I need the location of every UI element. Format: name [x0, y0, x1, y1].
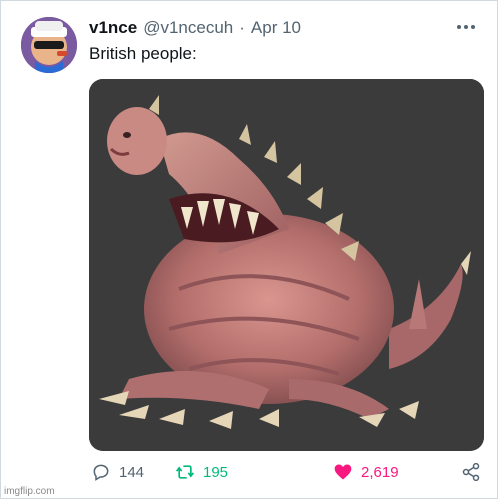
tweet-text: British people: [89, 44, 197, 63]
retweet-icon [176, 465, 194, 479]
tweet-card: v1nce @v1ncecuh · Apr 10 British people: [0, 0, 498, 499]
watermark: imgflip.com [4, 486, 55, 497]
reply-button[interactable]: 144 [91, 459, 144, 485]
tweet-header: v1nce @v1ncecuh · Apr 10 [89, 17, 469, 39]
retweet-count: 195 [203, 463, 229, 481]
avatar-image [21, 17, 77, 73]
like-count: 2,619 [361, 463, 399, 481]
reply-icon [93, 464, 109, 481]
like-button[interactable]: 2,619 [333, 459, 399, 485]
display-name[interactable]: v1nce [89, 17, 137, 39]
tweet-date[interactable]: Apr 10 [251, 17, 301, 39]
more-options-icon[interactable] [453, 19, 479, 35]
separator: · [239, 18, 245, 37]
user-handle[interactable]: @v1ncecuh [143, 17, 233, 39]
retweet-button[interactable]: 195 [175, 459, 228, 485]
reply-count: 144 [119, 463, 145, 481]
tweet-actions: 144 195 2,619 [89, 459, 487, 485]
avatar[interactable] [21, 17, 77, 73]
tweet-media[interactable] [89, 79, 484, 451]
share-button[interactable] [461, 459, 481, 485]
creature-image [89, 79, 484, 451]
share-icon [462, 462, 480, 482]
heart-icon [334, 464, 352, 480]
